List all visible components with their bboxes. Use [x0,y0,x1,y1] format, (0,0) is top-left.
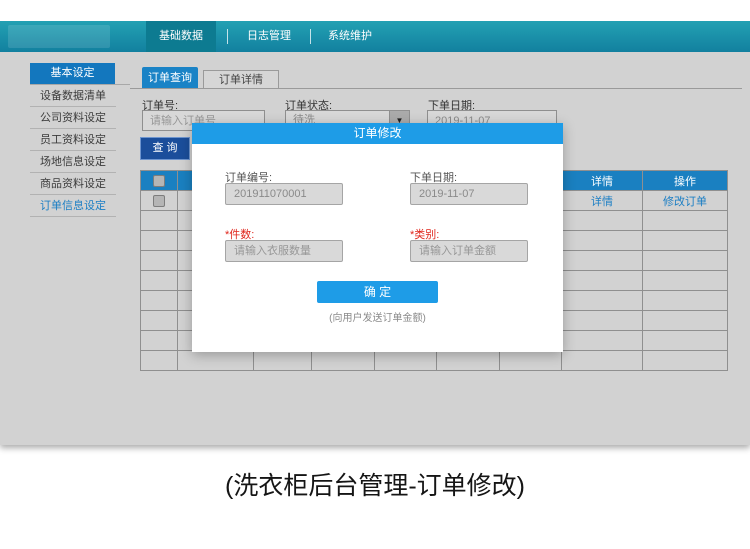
sidebar-item-product-info[interactable]: 商品资料设定 [30,173,116,195]
modal-order-no-input[interactable] [225,183,343,205]
select-all-checkbox[interactable] [153,175,165,187]
modify-order-link[interactable]: 修改订单 [663,196,707,208]
app-logo [8,25,110,48]
sidebar-item-company-info[interactable]: 公司资料设定 [30,107,116,129]
sidebar-header-basic-settings[interactable]: 基本设定 [30,63,115,84]
tab-order-query[interactable]: 订单查询 [142,67,198,89]
order-modify-modal: 订单修改 订单编号: 下单日期: *件数: *类别: 确 定 (向用户发送订单金… [192,123,563,352]
modal-category-input[interactable] [410,240,528,262]
details-link[interactable]: 详情 [591,196,613,208]
nav-tab-log-management[interactable]: 日志管理 [235,21,303,52]
sidebar-item-device-data-list[interactable]: 设备数据清单 [30,85,116,107]
tab-order-details[interactable]: 订单详情 [203,70,279,89]
screenshot-caption: (洗衣柜后台管理-订单修改) [0,466,750,502]
modal-quantity-input[interactable] [225,240,343,262]
nav-separator [227,29,228,44]
modal-note: (向用户发送订单金额) [192,309,563,324]
tab-underline [130,88,742,89]
sidebar-item-order-info[interactable]: 订单信息设定 [30,195,116,217]
modal-order-date-input[interactable] [410,183,528,205]
column-header-details: 详情 [562,171,643,191]
confirm-button[interactable]: 确 定 [317,281,438,303]
row-checkbox[interactable] [153,195,165,207]
screenshot-frame: 基础数据 日志管理 系统维护 基本设定 设备数据清单 公司资料设定 员工资料设定… [0,0,750,549]
sidebar-item-employee-info[interactable]: 员工资料设定 [30,129,116,151]
nav-separator [310,29,311,44]
query-button[interactable]: 查 询 [140,137,190,160]
modal-title: 订单修改 [192,123,563,144]
column-header-action: 操作 [643,171,728,191]
nav-tab-system-maintenance[interactable]: 系统维护 [316,21,384,52]
nav-tab-basic-data[interactable]: 基础数据 [146,21,216,52]
top-nav-bar: 基础数据 日志管理 系统维护 [0,21,750,52]
table-row-empty [141,351,728,371]
sidebar-item-site-info[interactable]: 场地信息设定 [30,151,116,173]
sidebar-menu: 设备数据清单 公司资料设定 员工资料设定 场地信息设定 商品资料设定 订单信息设… [30,85,116,217]
